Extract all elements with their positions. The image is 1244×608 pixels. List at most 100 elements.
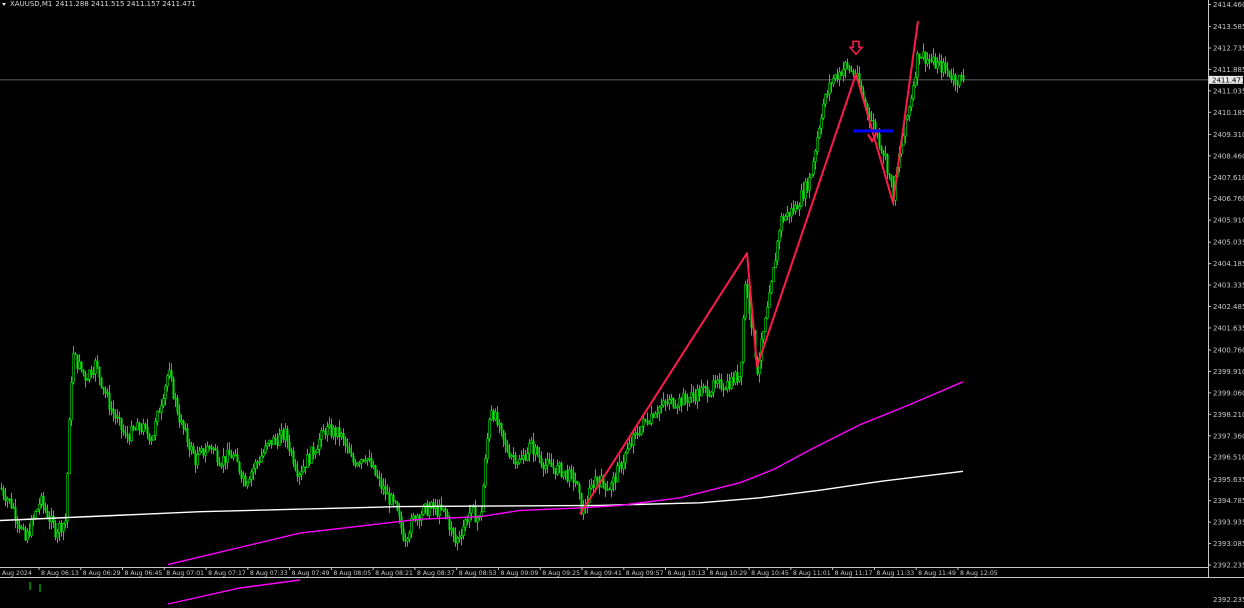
candle [248, 476, 251, 483]
candle [438, 499, 441, 525]
time-tick-label: Aug 2024 [2, 570, 32, 577]
price-tick-label: 2399.910 [1213, 368, 1244, 376]
candle [484, 454, 487, 488]
candle [134, 426, 137, 431]
time-tick-label: 8 Aug 08:21 [375, 570, 413, 577]
candle [744, 280, 747, 321]
candle [850, 65, 853, 72]
candle [886, 153, 889, 179]
candle [662, 392, 665, 408]
candle [148, 432, 151, 445]
candle [678, 393, 681, 411]
candle [118, 411, 121, 426]
candle [482, 483, 485, 513]
price-chart[interactable]: 2414.460 2413.585 2412.735 2411.885 2411.035… [0, 0, 1244, 608]
candle [218, 456, 221, 467]
candle [888, 173, 891, 180]
candle [682, 387, 685, 406]
candle [240, 469, 243, 483]
candle [12, 502, 15, 510]
candle [382, 478, 385, 496]
candle [0, 482, 3, 491]
candle [848, 65, 851, 74]
candle [82, 369, 85, 377]
candle [550, 453, 553, 467]
candle [78, 354, 81, 370]
candle [142, 418, 145, 436]
candle [80, 361, 83, 373]
candle [454, 527, 457, 547]
candle [152, 435, 155, 441]
candle [94, 357, 97, 382]
candle [576, 480, 579, 485]
candle [166, 373, 169, 392]
current-price-label: 2411.471 [1212, 76, 1244, 84]
candle [562, 471, 565, 480]
zigzag-drawing[interactable] [579, 20, 919, 515]
candle [140, 422, 143, 435]
candle [210, 444, 213, 454]
time-tick-label: 8 Aug 10:45 [751, 570, 789, 577]
candle [696, 384, 699, 409]
candle [444, 505, 447, 520]
candle [340, 431, 343, 440]
candle [92, 366, 95, 379]
candle [154, 417, 157, 441]
candle [640, 425, 643, 436]
candle [828, 74, 831, 101]
candle [116, 409, 119, 424]
price-tick-label: 2413.585 [1213, 23, 1244, 31]
candle [180, 414, 183, 426]
subwindow-price-label: 2392.235 [1213, 596, 1244, 604]
candle [884, 145, 887, 161]
indicator-subwindow [29, 579, 301, 605]
candle [70, 376, 73, 426]
price-axis: 2414.460 2413.585 2412.735 2411.885 2411.035… [1208, 1, 1244, 570]
candle [232, 451, 235, 461]
candle [606, 480, 609, 492]
candle [522, 448, 525, 464]
price-tick-label: 2404.185 [1213, 260, 1244, 268]
candles [0, 43, 965, 551]
candle [328, 416, 331, 429]
candle [546, 452, 549, 474]
candle [452, 527, 455, 542]
down-arrow-icon[interactable] [848, 40, 864, 56]
candle [18, 520, 21, 534]
candle [168, 362, 171, 380]
time-tick-label: 8 Aug 11:01 [793, 570, 831, 577]
candle [720, 373, 723, 392]
candle [252, 463, 255, 480]
candle [178, 404, 181, 429]
price-tick-label: 2408.460 [1213, 152, 1244, 160]
candle [102, 386, 105, 395]
candle [176, 394, 179, 416]
candle [578, 482, 581, 500]
time-tick-label: 8 Aug 06:45 [125, 570, 163, 577]
candle [590, 478, 593, 490]
candle [534, 443, 537, 462]
candle [186, 423, 189, 448]
candle [86, 377, 89, 381]
candle [104, 386, 107, 399]
candle [58, 520, 61, 541]
candle [174, 392, 177, 407]
candle [494, 408, 497, 422]
candle [90, 365, 93, 379]
candle [84, 370, 87, 388]
candle [442, 508, 445, 513]
candle [170, 363, 173, 382]
candle [932, 48, 935, 66]
candle [284, 423, 287, 448]
time-tick-label: 8 Aug 06:29 [83, 570, 121, 577]
candle [574, 472, 577, 488]
time-tick-label: 8 Aug 12:05 [960, 570, 998, 577]
candle [98, 366, 101, 386]
candle [138, 421, 141, 436]
time-tick-label: 8 Aug 07:33 [250, 570, 288, 577]
candle [182, 419, 185, 435]
candle [22, 523, 25, 531]
candle [66, 472, 69, 529]
candle [882, 149, 885, 164]
candle [184, 423, 187, 432]
